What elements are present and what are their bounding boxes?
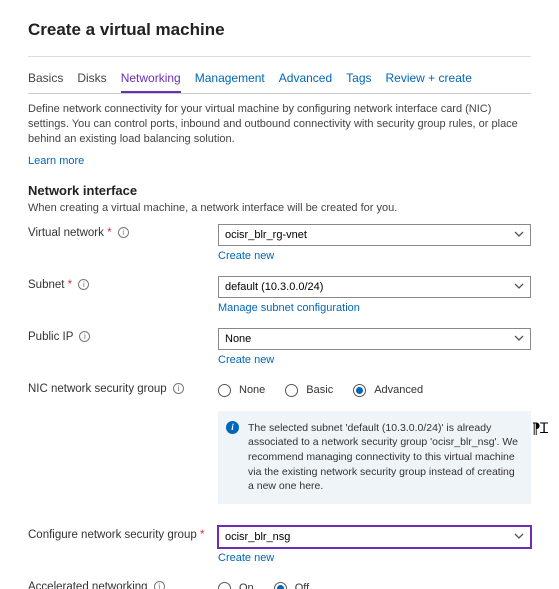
manage-subnet-link[interactable]: Manage subnet configuration <box>218 302 360 314</box>
public-ip-label: Public IP i <box>28 328 218 343</box>
public-ip-value: None <box>225 333 251 345</box>
public-ip-create-new[interactable]: Create new <box>218 354 274 366</box>
nsg-info-box: i The selected subnet 'default (10.3.0.0… <box>218 411 531 504</box>
chevron-down-icon <box>514 531 524 544</box>
config-nsg-select[interactable]: ocisr_blr_nsg <box>218 526 531 548</box>
accel-label: Accelerated networking i <box>28 578 218 589</box>
accel-on-label: On <box>239 582 254 589</box>
tab-review[interactable]: Review + create <box>386 67 472 93</box>
info-icon[interactable]: i <box>78 279 89 290</box>
subnet-value: default (10.3.0.0/24) <box>225 281 323 293</box>
config-nsg-create-new[interactable]: Create new <box>218 552 274 564</box>
nsg-basic-label: Basic <box>306 384 333 396</box>
tab-management[interactable]: Management <box>195 67 265 93</box>
chevron-down-icon <box>514 333 524 346</box>
accel-radio-off[interactable] <box>274 582 287 589</box>
learn-more-link[interactable]: Learn more <box>28 155 84 167</box>
desc-text: Define network connectivity for your vir… <box>28 103 518 145</box>
info-icon[interactable]: i <box>154 581 165 589</box>
nsg-radio-none[interactable] <box>218 384 231 397</box>
chevron-down-icon <box>514 281 524 294</box>
section-network-sub: When creating a virtual machine, a netwo… <box>28 202 531 214</box>
accel-off-label: Off <box>295 582 309 589</box>
tab-tags[interactable]: Tags <box>346 67 371 93</box>
public-ip-select[interactable]: None <box>218 328 531 350</box>
nsg-radio-basic[interactable] <box>285 384 298 397</box>
nic-nsg-label: NIC network security group i <box>28 380 218 395</box>
tab-basics[interactable]: Basics <box>28 67 63 93</box>
page-title: Create a virtual machine <box>28 20 531 40</box>
nsg-radio-advanced[interactable] <box>353 384 366 397</box>
info-icon[interactable]: i <box>79 331 90 342</box>
vnet-value: ocisr_blr_rg-vnet <box>225 229 307 241</box>
subnet-label: Subnet * i <box>28 276 218 291</box>
tab-disks[interactable]: Disks <box>77 67 106 93</box>
divider <box>28 56 531 57</box>
section-network-interface: Network interface <box>28 183 531 198</box>
accel-radio-on[interactable] <box>218 582 231 589</box>
info-icon: i <box>226 421 239 434</box>
tab-description: Define network connectivity for your vir… <box>28 102 531 147</box>
chevron-down-icon <box>514 229 524 242</box>
tab-advanced[interactable]: Advanced <box>279 67 332 93</box>
info-icon[interactable]: i <box>118 227 129 238</box>
nsg-info-text: The selected subnet 'default (10.3.0.0/2… <box>248 422 518 493</box>
info-icon[interactable]: i <box>173 383 184 394</box>
config-nsg-label: Configure network security group * <box>28 526 218 541</box>
nsg-advanced-label: Advanced <box>374 384 423 396</box>
vnet-label: Virtual network * i <box>28 224 218 239</box>
tab-networking[interactable]: Networking <box>121 67 181 93</box>
subnet-select[interactable]: default (10.3.0.0/24) <box>218 276 531 298</box>
nsg-none-label: None <box>239 384 265 396</box>
vnet-select[interactable]: ocisr_blr_rg-vnet <box>218 224 531 246</box>
text-cursor-icon: ⁋Ꮖ <box>532 420 549 437</box>
vnet-create-new[interactable]: Create new <box>218 250 274 262</box>
tabs: Basics Disks Networking Management Advan… <box>28 67 531 94</box>
config-nsg-value: ocisr_blr_nsg <box>225 531 290 543</box>
